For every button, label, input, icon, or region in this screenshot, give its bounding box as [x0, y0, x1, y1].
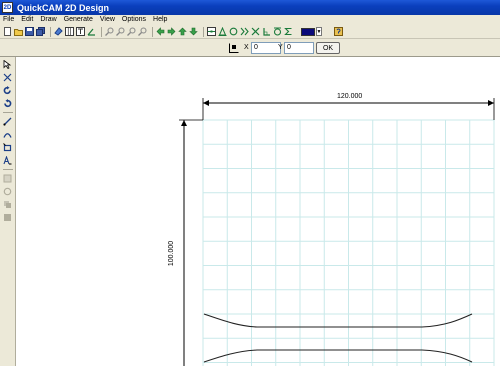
- snap-intersection-icon[interactable]: [251, 27, 260, 36]
- window-title: QuickCAM 2D Design: [17, 2, 110, 13]
- angle-icon[interactable]: [87, 27, 96, 36]
- menu-options[interactable]: Options: [122, 15, 146, 25]
- left-tool-palette: [0, 57, 16, 366]
- circle-disabled-icon: [2, 186, 13, 197]
- toolbar-separator: [152, 26, 153, 37]
- coordinate-bar: X 0 Y 0 OK: [0, 39, 500, 57]
- height-dimension-arrow-top: [181, 120, 187, 126]
- grid-disabled-icon: [2, 173, 13, 184]
- save-all-icon[interactable]: [36, 27, 45, 36]
- coordinate-icon: [229, 43, 239, 53]
- menu-bar: File Edit Draw Generate View Options Hel…: [0, 15, 500, 25]
- lower-profile-curve: [203, 349, 473, 363]
- drawing-svg: [179, 98, 495, 366]
- title-bar: 2D QuickCAM 2D Design: [0, 0, 500, 15]
- y-input[interactable]: 0: [284, 42, 314, 54]
- arrow-left-icon[interactable]: [156, 27, 165, 36]
- save-icon[interactable]: [25, 27, 34, 36]
- zoom-out-icon[interactable]: [138, 27, 147, 36]
- copy-disabled-icon: [2, 199, 13, 210]
- node-edit-icon[interactable]: [2, 72, 13, 83]
- y-label: Y: [278, 44, 283, 51]
- menu-file[interactable]: File: [3, 15, 14, 25]
- grid-icon[interactable]: [65, 27, 74, 36]
- menu-help[interactable]: Help: [153, 15, 167, 25]
- text-tool-icon[interactable]: [2, 155, 13, 166]
- palette-separator: [2, 169, 13, 170]
- arrow-down-icon[interactable]: [189, 27, 198, 36]
- rectangle-icon[interactable]: [2, 142, 13, 153]
- width-dimension-arrow-left: [203, 100, 209, 106]
- zoom-in-icon[interactable]: [105, 27, 114, 36]
- main-toolbar: ▼: [0, 25, 500, 39]
- undo-icon[interactable]: [2, 98, 13, 109]
- fill-disabled-icon: [2, 212, 13, 223]
- open-icon[interactable]: [14, 27, 23, 36]
- select-icon[interactable]: [2, 59, 13, 70]
- width-dimension-label: 120.000: [337, 93, 363, 100]
- snap-center-icon[interactable]: [273, 27, 282, 36]
- app-icon: 2D: [2, 2, 13, 13]
- snap-endpoint-icon[interactable]: [207, 27, 216, 36]
- grid-lines: [202, 119, 495, 366]
- rotate-icon[interactable]: [2, 85, 13, 96]
- arrow-right-icon[interactable]: [167, 27, 176, 36]
- height-dimension-label: 100.000: [168, 240, 176, 267]
- color-dropdown-icon[interactable]: ▼: [316, 27, 322, 36]
- snap-sigma-icon[interactable]: [284, 27, 293, 36]
- menu-draw[interactable]: Draw: [40, 15, 56, 25]
- toolbar-separator: [203, 26, 204, 37]
- zoom-window-icon[interactable]: [127, 27, 136, 36]
- snap-tangent-icon[interactable]: [218, 27, 227, 36]
- snap-midpoint-icon[interactable]: [240, 27, 249, 36]
- snap-circle-icon[interactable]: [229, 27, 238, 36]
- x-input[interactable]: 0: [251, 42, 281, 54]
- snap-perpendicular-icon[interactable]: [262, 27, 271, 36]
- width-dimension-arrow-right: [488, 100, 494, 106]
- color-swatch[interactable]: [301, 27, 315, 36]
- toolbar-separator: [50, 26, 51, 37]
- x-label: X: [244, 44, 249, 51]
- drawing-canvas[interactable]: 120.000 100.000: [17, 58, 500, 366]
- arc-icon[interactable]: [2, 129, 13, 140]
- new-icon[interactable]: [3, 27, 12, 36]
- menu-edit[interactable]: Edit: [21, 15, 33, 25]
- menu-generate[interactable]: Generate: [64, 15, 93, 25]
- eraser-icon[interactable]: [54, 27, 63, 36]
- palette-separator: [2, 112, 13, 113]
- ok-button[interactable]: OK: [316, 42, 340, 54]
- toolbar-separator: [101, 26, 102, 37]
- upper-profile-curve: [203, 313, 473, 328]
- help-icon[interactable]: [334, 27, 343, 36]
- zoom-pan-icon[interactable]: [116, 27, 125, 36]
- text-page-icon[interactable]: [76, 27, 85, 36]
- line-icon[interactable]: [2, 116, 13, 127]
- menu-view[interactable]: View: [100, 15, 115, 25]
- arrow-up-icon[interactable]: [178, 27, 187, 36]
